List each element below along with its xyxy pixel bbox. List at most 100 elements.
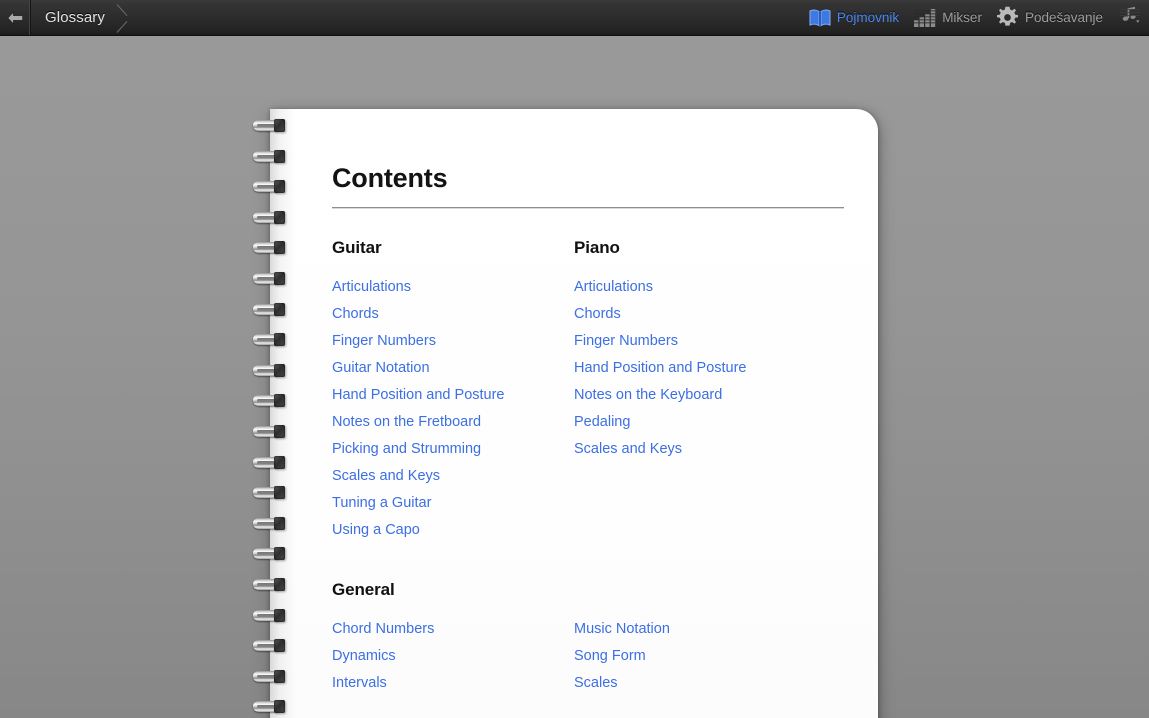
column-general-right-title bbox=[574, 581, 824, 598]
toc-link-guitar[interactable]: Notes on the Fretboard bbox=[332, 409, 582, 436]
binding-hole bbox=[274, 578, 285, 591]
toc-link-guitar[interactable]: Hand Position and Posture bbox=[332, 382, 582, 409]
toc-link-piano[interactable]: Notes on the Keyboard bbox=[574, 382, 824, 409]
toolbar-item-settings-label: Podešavanje bbox=[1024, 10, 1103, 25]
page-content: Contents Guitar Articulations Chords Finge… bbox=[332, 109, 862, 718]
toc-link-guitar[interactable]: Chords bbox=[332, 301, 582, 328]
top-toolbar: Glossary Pojmovnik Mikser Podešavanje bbox=[0, 0, 1149, 36]
toc-link-piano[interactable]: Chords bbox=[574, 301, 824, 328]
section-general-columns: General Chord Numbers Dynamics Intervals M… bbox=[332, 581, 862, 697]
breadcrumb[interactable]: Glossary bbox=[31, 0, 139, 35]
binding-hole bbox=[274, 547, 285, 561]
toolbar-right-group: Pojmovnik Mikser Podešavanje bbox=[804, 0, 1149, 35]
toc-link-guitar[interactable]: Scales and Keys bbox=[332, 463, 582, 490]
toc-link-general[interactable]: Scales bbox=[574, 670, 824, 697]
column-general-right-links: Music Notation Song Form Scales bbox=[574, 616, 824, 697]
binding-hole bbox=[274, 149, 285, 163]
column-piano-title: Piano bbox=[574, 238, 620, 257]
toolbar-item-mixer[interactable]: Mikser bbox=[909, 0, 992, 36]
back-arrow-icon bbox=[6, 10, 24, 25]
toc-link-general[interactable]: Chord Numbers bbox=[332, 616, 582, 643]
column-guitar-links: Articulations Chords Finger Numbers Guitar … bbox=[332, 274, 582, 544]
binding-hole bbox=[274, 119, 285, 132]
toc-link-piano[interactable]: Hand Position and Posture bbox=[574, 355, 824, 382]
breadcrumb-chevron-icon bbox=[115, 0, 135, 36]
column-general-left-links: Chord Numbers Dynamics Intervals bbox=[332, 616, 582, 697]
spiral-ring bbox=[252, 455, 292, 469]
binding-hole bbox=[274, 272, 285, 285]
binding-hole bbox=[274, 486, 285, 500]
toc-link-guitar[interactable]: Articulations bbox=[332, 274, 582, 301]
spiral-ring bbox=[252, 516, 292, 530]
binding-hole bbox=[274, 639, 285, 653]
spiral-ring bbox=[252, 700, 292, 714]
binding-hole bbox=[274, 363, 285, 377]
spiral-ring bbox=[252, 210, 292, 224]
toc-link-general[interactable]: Dynamics bbox=[332, 643, 582, 670]
spiral-ring bbox=[252, 486, 292, 500]
toc-link-piano[interactable]: Scales and Keys bbox=[574, 436, 824, 463]
toc-link-general[interactable]: Music Notation bbox=[574, 616, 824, 643]
column-general-left: General Chord Numbers Dynamics Intervals bbox=[332, 581, 582, 697]
binding-hole bbox=[274, 669, 285, 683]
back-button[interactable] bbox=[0, 0, 31, 35]
spiral-ring bbox=[252, 669, 292, 683]
spiral-ring bbox=[252, 363, 292, 377]
spiral-ring bbox=[252, 547, 292, 561]
music-note-icon bbox=[1120, 6, 1140, 29]
column-piano-links: Articulations Chords Finger Numbers Hand Po… bbox=[574, 274, 824, 463]
spiral-ring bbox=[252, 394, 292, 408]
toolbar-item-mixer-label: Mikser bbox=[942, 10, 982, 25]
spiral-ring bbox=[252, 241, 292, 255]
spiral-ring bbox=[252, 272, 292, 285]
toc-link-piano[interactable]: Articulations bbox=[574, 274, 824, 301]
binding-hole bbox=[274, 455, 285, 469]
column-general-title: General bbox=[332, 580, 395, 599]
page-canvas: Contents Guitar Articulations Chords Finge… bbox=[0, 36, 1149, 718]
toc-link-guitar[interactable]: Guitar Notation bbox=[332, 355, 582, 382]
section-instruments: Guitar Articulations Chords Finger Numbers… bbox=[332, 239, 862, 544]
toolbar-item-settings[interactable]: Podešavanje bbox=[992, 0, 1113, 36]
spiral-ring bbox=[252, 425, 292, 438]
page-title: Contents bbox=[332, 163, 448, 193]
notebook: Contents Guitar Articulations Chords Finge… bbox=[253, 109, 878, 718]
binding-hole bbox=[274, 210, 285, 224]
toolbar-item-glossary-label: Pojmovnik bbox=[836, 10, 900, 25]
section-instruments-columns: Guitar Articulations Chords Finger Numbers… bbox=[332, 239, 862, 544]
binding-hole bbox=[274, 394, 285, 408]
gear-icon bbox=[995, 5, 1021, 31]
book-icon bbox=[807, 5, 833, 31]
spiral-ring bbox=[252, 578, 292, 591]
toc-link-guitar[interactable]: Finger Numbers bbox=[332, 328, 582, 355]
spiral-binding bbox=[252, 109, 292, 718]
toc-link-piano[interactable]: Pedaling bbox=[574, 409, 824, 436]
toc-link-general[interactable]: Intervals bbox=[332, 670, 582, 697]
column-guitar: Guitar Articulations Chords Finger Numbers… bbox=[332, 239, 582, 544]
spiral-ring bbox=[252, 302, 292, 316]
toolbar-item-glossary[interactable]: Pojmovnik bbox=[804, 0, 909, 36]
binding-hole bbox=[274, 180, 285, 194]
binding-hole bbox=[274, 333, 285, 347]
mixer-icon bbox=[912, 5, 938, 31]
toc-link-piano[interactable]: Finger Numbers bbox=[574, 328, 824, 355]
binding-hole bbox=[274, 700, 285, 714]
toc-link-guitar[interactable]: Picking and Strumming bbox=[332, 436, 582, 463]
section-general: General Chord Numbers Dynamics Intervals M… bbox=[332, 581, 862, 697]
title-divider bbox=[332, 207, 844, 209]
spiral-ring bbox=[252, 333, 292, 347]
spiral-ring bbox=[252, 119, 292, 132]
toc-link-guitar[interactable]: Tuning a Guitar bbox=[332, 490, 582, 517]
spiral-ring bbox=[252, 639, 292, 653]
app-window: Glossary Pojmovnik Mikser Podešavanje Co… bbox=[0, 0, 1149, 718]
toc-link-general[interactable]: Song Form bbox=[574, 643, 824, 670]
column-general-right: Music Notation Song Form Scales bbox=[574, 581, 824, 697]
toc-link-guitar[interactable]: Using a Capo bbox=[332, 517, 582, 544]
binding-hole bbox=[274, 302, 285, 316]
column-piano: Piano Articulations Chords Finger Numbers H… bbox=[574, 239, 824, 463]
column-guitar-title: Guitar bbox=[332, 238, 382, 257]
spiral-ring bbox=[252, 180, 292, 194]
spiral-ring bbox=[252, 149, 292, 163]
music-note-button[interactable] bbox=[1115, 5, 1145, 31]
spiral-ring bbox=[252, 608, 292, 622]
